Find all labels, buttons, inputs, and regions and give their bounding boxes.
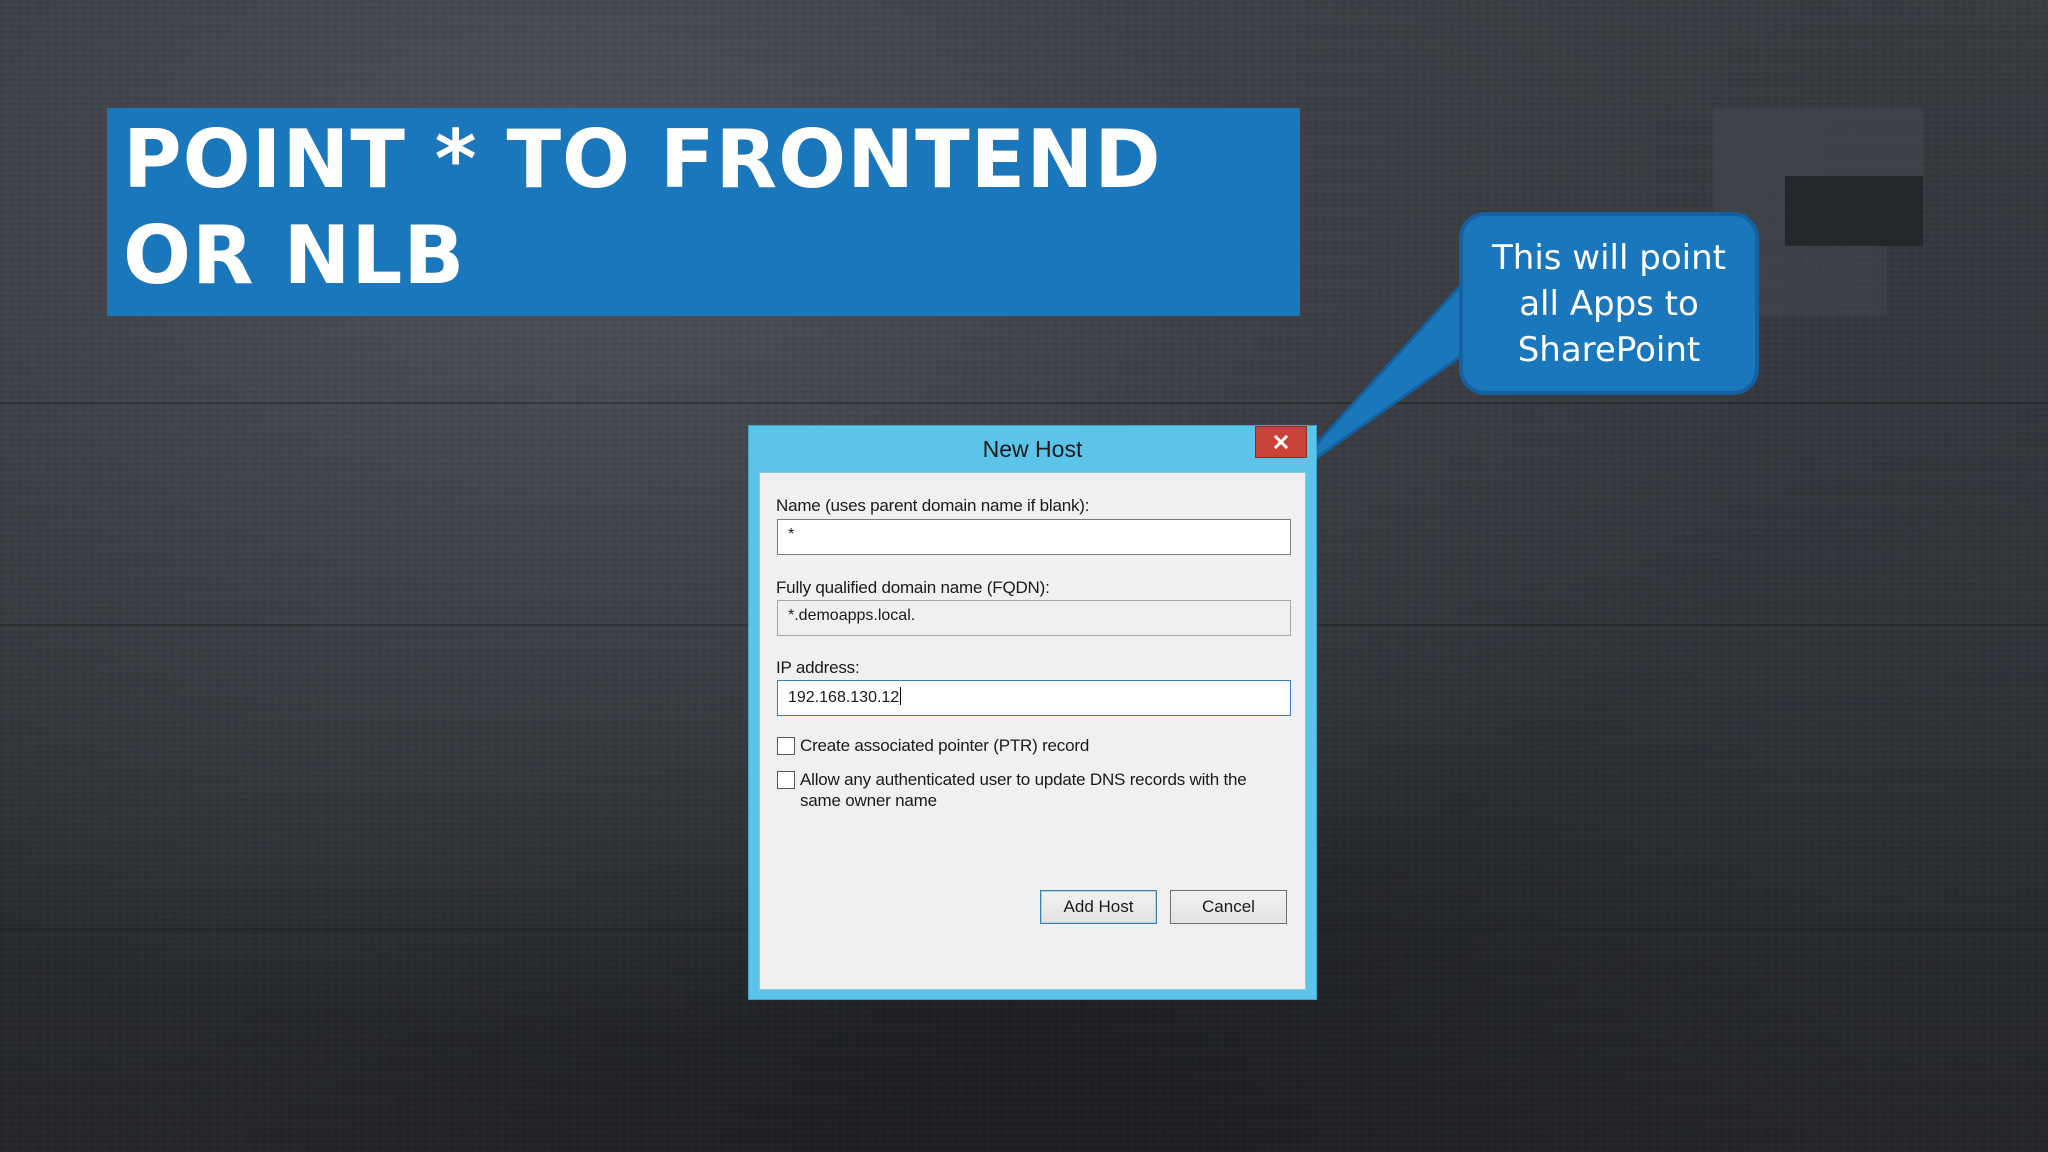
fqdn-field-value: *.demoapps.local.: [788, 607, 916, 624]
allow-update-option[interactable]: Allow any authenticated user to update D…: [777, 769, 1280, 811]
ip-address-value: 192.168.130.12: [788, 689, 900, 706]
callout-text: This will point all Apps to SharePoint: [1492, 237, 1726, 370]
close-button[interactable]: [1255, 426, 1307, 458]
fqdn-field[interactable]: *.demoapps.local.: [777, 600, 1291, 636]
ip-label: IP address:: [776, 658, 860, 677]
text-caret: [900, 687, 902, 705]
ip-address-input[interactable]: 192.168.130.12: [777, 680, 1291, 716]
cancel-button[interactable]: Cancel: [1170, 890, 1287, 924]
name-input[interactable]: *: [777, 519, 1291, 555]
allow-update-label[interactable]: Allow any authenticated user to update D…: [800, 769, 1280, 811]
slide-title: POINT * TO FRONTEND OR NLB: [123, 113, 1162, 302]
title-banner: POINT * TO FRONTEND OR NLB: [107, 108, 1300, 316]
allow-update-checkbox[interactable]: [777, 771, 795, 789]
name-input-value: *: [788, 526, 795, 543]
dialog-title: New Host: [982, 436, 1083, 462]
name-label: Name (uses parent domain name if blank):: [776, 496, 1090, 515]
ptr-record-checkbox[interactable]: [777, 737, 795, 755]
ptr-record-option[interactable]: Create associated pointer (PTR) record: [777, 735, 1280, 756]
dialog-titlebar[interactable]: New Host: [749, 426, 1316, 472]
close-icon: [1273, 434, 1289, 450]
wall-seam: [0, 402, 2048, 404]
ptr-record-label[interactable]: Create associated pointer (PTR) record: [800, 735, 1280, 756]
fqdn-label: Fully qualified domain name (FQDN):: [776, 578, 1050, 597]
add-host-button[interactable]: Add Host: [1040, 890, 1157, 924]
callout-bubble: This will point all Apps to SharePoint: [1459, 212, 1759, 395]
